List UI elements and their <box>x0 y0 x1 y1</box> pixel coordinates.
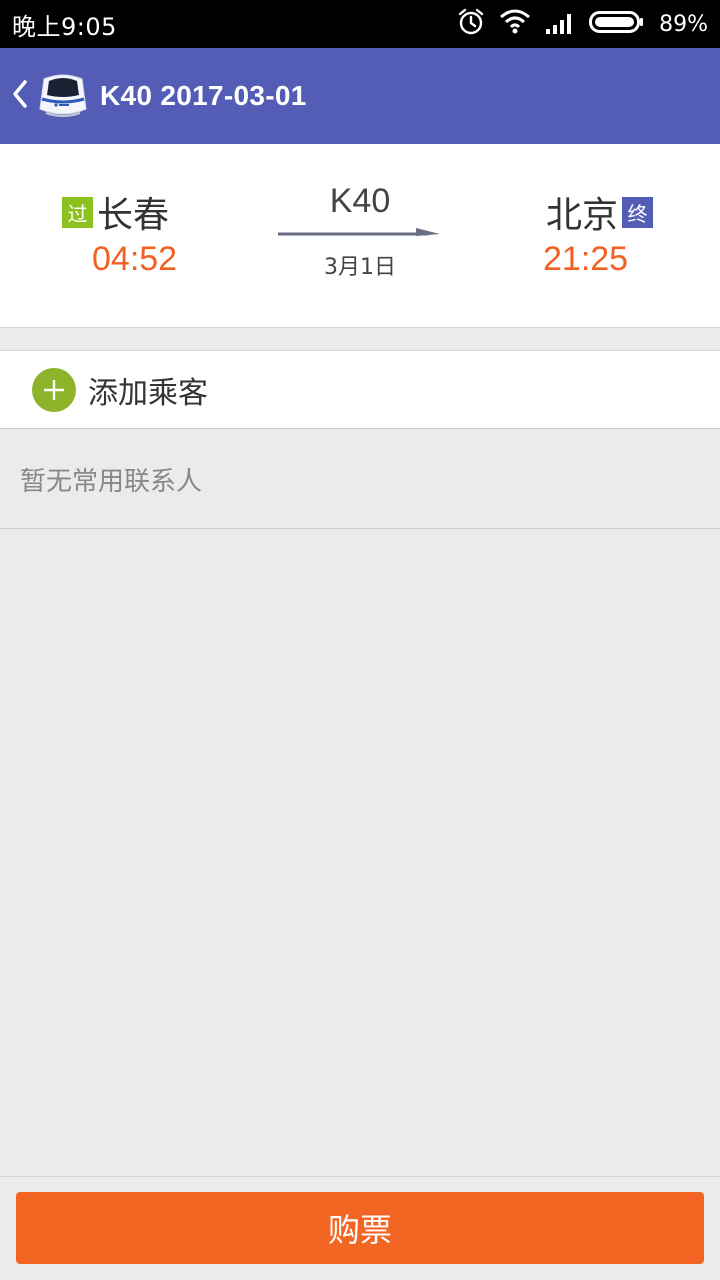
wifi-icon <box>499 9 531 39</box>
train-icon <box>36 69 90 123</box>
arrival-station: 北京 终 <box>546 186 654 238</box>
buy-ticket-label: 购票 <box>327 1211 392 1249</box>
page-title: K40 2017-03-01 <box>100 80 307 111</box>
trip-date: 3月1日 <box>324 255 396 280</box>
direction-arrow-icon <box>278 222 442 244</box>
plus-circle-icon <box>32 367 76 412</box>
back-button[interactable] <box>4 48 36 144</box>
arrival-station-name: 北京 <box>546 195 619 236</box>
frequent-contacts-empty: 暂无常用联系人 <box>0 430 720 529</box>
add-passenger-label: 添加乘客 <box>88 375 208 411</box>
empty-contacts-text: 暂无常用联系人 <box>20 466 203 497</box>
footer-divider <box>0 1176 720 1177</box>
train-number: K40 <box>329 182 391 220</box>
alarm-icon <box>457 8 485 40</box>
departure-station-name: 长春 <box>97 195 170 236</box>
departure-station: 过 长春 <box>62 186 169 238</box>
app-bar: K40 2017-03-01 <box>0 48 720 144</box>
signal-icon <box>545 9 575 39</box>
battery-icon <box>589 9 645 39</box>
status-time: 晚上9:05 <box>12 12 117 41</box>
buy-ticket-button[interactable]: 购票 <box>16 1192 704 1264</box>
chevron-left-icon <box>11 79 29 113</box>
status-icons: 89% <box>457 8 708 40</box>
arrival-time: 21:25 <box>543 240 629 278</box>
trip-summary-card: 过 长春 04:52 K40 3月1日 北京 终 21:25 <box>0 144 720 328</box>
ticket-order-screen: 晚上9:05 89% K40 2017-03-01 过 长春 04:52 K40… <box>0 0 720 1280</box>
departure-time: 04:52 <box>92 240 178 278</box>
status-bar: 晚上9:05 89% <box>0 0 720 48</box>
add-passenger-button[interactable]: 添加乘客 <box>0 350 720 429</box>
terminal-badge: 终 <box>622 196 654 228</box>
battery-percent: 89% <box>659 11 708 37</box>
pass-through-badge: 过 <box>62 196 93 228</box>
